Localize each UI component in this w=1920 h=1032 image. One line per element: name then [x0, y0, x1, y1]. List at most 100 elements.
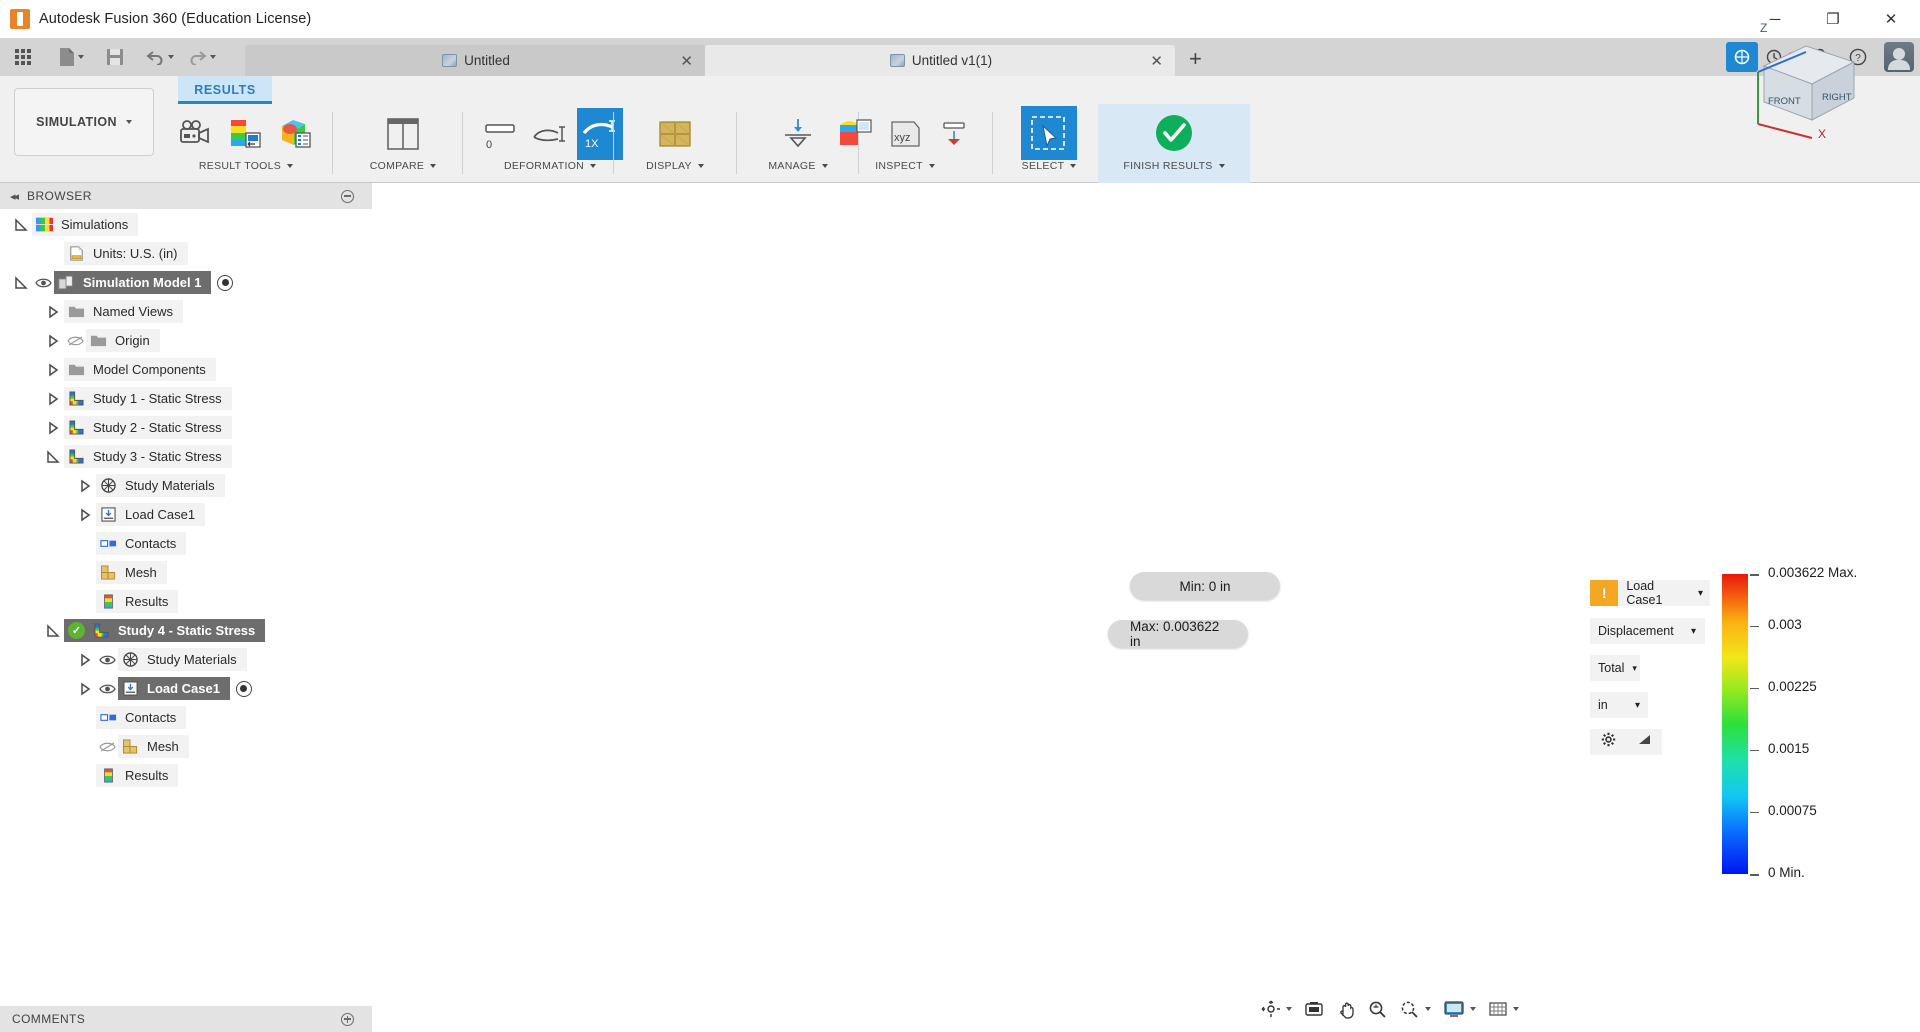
- tree-item-results[interactable]: Results: [96, 590, 178, 613]
- display-settings-icon[interactable]: [1439, 995, 1480, 1023]
- eye-visible-icon[interactable]: [96, 654, 118, 666]
- close-icon[interactable]: ✕: [1150, 52, 1163, 70]
- eye-hidden-icon[interactable]: [96, 741, 118, 753]
- tree-item-study-materials[interactable]: Study Materials: [96, 474, 225, 497]
- ribbon-group-label[interactable]: DISPLAY: [646, 160, 704, 172]
- twisty-collapsed-icon[interactable]: [78, 508, 92, 522]
- ribbon-group-label[interactable]: INSPECT: [875, 160, 935, 172]
- tree-item-study-1-static-stress[interactable]: Study 1 - Static Stress: [64, 387, 232, 410]
- tree-item-load-case1[interactable]: Load Case1: [96, 503, 205, 526]
- max-callout[interactable]: Max: 0.003622 in: [1108, 620, 1248, 648]
- load-case-selector[interactable]: ! Load Case1 ▾: [1590, 580, 1710, 606]
- tree-item-contacts[interactable]: Contacts: [96, 706, 186, 729]
- new-tab-button[interactable]: +: [1175, 46, 1216, 76]
- deformation-1x-button[interactable]: 1X: [577, 108, 623, 160]
- legend-settings-button[interactable]: [223, 108, 269, 160]
- eye-visible-icon[interactable]: [32, 277, 54, 289]
- finish-results-button[interactable]: [1145, 106, 1203, 160]
- display-button[interactable]: [652, 108, 698, 160]
- browser-collapse-all-icon[interactable]: [341, 190, 354, 203]
- chevron-down-icon[interactable]: ▾: [1632, 663, 1643, 674]
- chevron-down-icon[interactable]: ▾: [1698, 588, 1710, 599]
- twisty-collapsed-icon[interactable]: [78, 653, 92, 667]
- twisty-expanded-icon[interactable]: [14, 218, 28, 232]
- ribbon-group-label[interactable]: MANAGE: [768, 160, 827, 172]
- twisty-collapsed-icon[interactable]: [78, 682, 92, 696]
- tree-item-study-4-static-stress[interactable]: ✓Study 4 - Static Stress: [64, 619, 265, 642]
- close-icon[interactable]: ✕: [680, 52, 693, 70]
- app-grid-icon[interactable]: [6, 42, 40, 72]
- redo-icon[interactable]: [184, 42, 218, 72]
- tree-row[interactable]: Simulation Model 1: [0, 271, 378, 294]
- tree-row[interactable]: Origin: [0, 329, 378, 352]
- grid-snaps-icon[interactable]: [1484, 995, 1523, 1023]
- tree-row[interactable]: Units: U.S. (in): [0, 242, 378, 265]
- tree-row[interactable]: Mesh: [0, 735, 378, 758]
- user-avatar[interactable]: [1884, 42, 1914, 72]
- inspect-result-button[interactable]: [832, 108, 878, 160]
- twisty-expanded-icon[interactable]: [14, 276, 28, 290]
- eye-visible-icon[interactable]: [96, 683, 118, 695]
- min-max-probe-button[interactable]: [932, 108, 978, 160]
- tree-item-simulation-model-1[interactable]: Simulation Model 1: [54, 271, 211, 294]
- tree-item-origin[interactable]: Origin: [86, 329, 160, 352]
- tree-row[interactable]: Simulations: [0, 213, 378, 236]
- ribbon-group-finish-results[interactable]: FINISH RESULTS: [1098, 104, 1250, 183]
- view-cube[interactable]: Z FRONT RIGHT X: [1746, 20, 1876, 140]
- workspace-switcher[interactable]: SIMULATION: [14, 88, 154, 156]
- result-type-selector[interactable]: Displacement ▾: [1590, 618, 1705, 644]
- tree-row[interactable]: Model Components: [0, 358, 378, 381]
- min-callout[interactable]: Min: 0 in: [1130, 572, 1280, 600]
- tree-row[interactable]: ✓Study 4 - Static Stress: [0, 619, 378, 642]
- comments-panel[interactable]: COMMENTS: [0, 1006, 372, 1032]
- twisty-collapsed-icon[interactable]: [46, 392, 60, 406]
- tree-item-study-3-static-stress[interactable]: Study 3 - Static Stress: [64, 445, 232, 468]
- ribbon-group-label[interactable]: SELECT: [1022, 160, 1077, 172]
- tree-row[interactable]: Load Case1: [0, 503, 378, 526]
- eye-hidden-icon[interactable]: [64, 335, 86, 347]
- tree-row[interactable]: Study 3 - Static Stress: [0, 445, 378, 468]
- tree-item-results[interactable]: Results: [96, 764, 178, 787]
- collapse-left-icon[interactable]: ◂◂: [10, 190, 17, 203]
- document-tab-untitled[interactable]: Untitled ✕: [245, 45, 705, 76]
- legend-shape-icon[interactable]: [1637, 733, 1652, 751]
- tree-row[interactable]: Study 2 - Static Stress: [0, 416, 378, 439]
- deformation-scale-button[interactable]: 0: [477, 108, 523, 160]
- ribbon-group-label[interactable]: DEFORMATION: [504, 160, 596, 172]
- tree-item-units-u-s-in[interactable]: Units: U.S. (in): [64, 242, 188, 265]
- orbit-icon[interactable]: [1257, 995, 1296, 1023]
- tree-item-study-materials[interactable]: Study Materials: [118, 648, 247, 671]
- tree-row[interactable]: Named Views: [0, 300, 378, 323]
- tree-row[interactable]: Contacts: [0, 532, 378, 555]
- tree-row[interactable]: Results: [0, 764, 378, 787]
- tree-item-named-views[interactable]: Named Views: [64, 300, 183, 323]
- activate-radio-icon[interactable]: [217, 275, 233, 291]
- result-detail-button[interactable]: [273, 108, 319, 160]
- tree-row[interactable]: Study Materials: [0, 648, 378, 671]
- units-selector[interactable]: in ▾: [1590, 692, 1648, 718]
- chevron-down-icon[interactable]: [1513, 1007, 1519, 1011]
- chevron-down-icon[interactable]: [1286, 1007, 1292, 1011]
- tree-row[interactable]: Contacts: [0, 706, 378, 729]
- adjust-deformation-button[interactable]: [527, 108, 573, 160]
- select-button[interactable]: [1021, 106, 1077, 160]
- ribbon-group-label[interactable]: RESULT TOOLS: [199, 160, 293, 172]
- tree-row[interactable]: Load Case1: [0, 677, 378, 700]
- pan-icon[interactable]: [1332, 995, 1360, 1023]
- tab-results[interactable]: RESULTS: [178, 76, 272, 104]
- tree-row[interactable]: Results: [0, 590, 378, 613]
- tree-row[interactable]: Study 1 - Static Stress: [0, 387, 378, 410]
- compare-button[interactable]: [380, 108, 426, 160]
- chevron-down-icon[interactable]: ▾: [1691, 626, 1705, 637]
- twisty-expanded-icon[interactable]: [46, 450, 60, 464]
- look-at-icon[interactable]: [1300, 995, 1328, 1023]
- twisty-expanded-icon[interactable]: [46, 624, 60, 638]
- activate-radio-icon[interactable]: [236, 681, 252, 697]
- manage-button[interactable]: [775, 108, 821, 160]
- twisty-collapsed-icon[interactable]: [46, 334, 60, 348]
- component-selector[interactable]: Total ▾: [1590, 655, 1640, 681]
- ribbon-group-label[interactable]: COMPARE: [370, 160, 436, 172]
- chevron-down-icon[interactable]: [1425, 1007, 1431, 1011]
- document-tab-untitled-v1[interactable]: Untitled v1(1) ✕: [705, 45, 1175, 76]
- new-document-icon[interactable]: [54, 42, 88, 72]
